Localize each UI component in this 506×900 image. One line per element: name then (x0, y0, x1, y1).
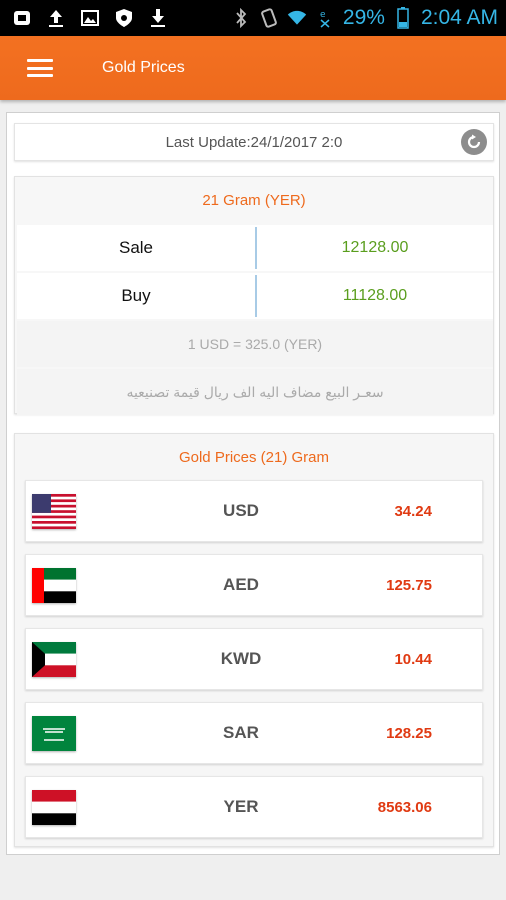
saudi-flag-icon (32, 716, 76, 751)
sale-value: 12128.00 (341, 239, 409, 256)
list-item-sar[interactable]: SAR 128.25 (25, 702, 483, 764)
currency-value: 125.75 (386, 576, 432, 594)
refresh-icon (467, 134, 481, 149)
upload-icon (46, 8, 66, 28)
status-bar: e 29% 2:04 AM (0, 0, 506, 36)
battery-icon (393, 7, 413, 29)
shield-icon (114, 8, 134, 28)
arabic-note: سعـر البيع مضاف اليه الف ريال قيمة تصنيع… (17, 369, 493, 415)
refresh-button[interactable] (461, 129, 487, 155)
hamburger-menu-icon (27, 59, 53, 77)
list-item-usd[interactable]: USD 34.24 (25, 480, 483, 542)
currency-value: 34.24 (394, 502, 432, 520)
currency-code: YER (223, 797, 259, 816)
currency-value: 128.25 (386, 724, 432, 742)
content-frame: Last Update:24/1/2017 2:0 21 Gram (YER) … (6, 112, 500, 855)
sale-label: Sale (118, 238, 154, 257)
bluetooth-icon (231, 8, 251, 28)
no-sim-icon: e (315, 8, 335, 28)
menu-button[interactable] (0, 36, 80, 100)
uae-flag-icon (32, 568, 76, 603)
image-icon (80, 8, 100, 28)
download-icon (148, 8, 168, 28)
last-update-bar: Last Update:24/1/2017 2:0 (14, 123, 494, 161)
currency-list-card: Gold Prices (21) Gram USD 34.24 AED 125.… (14, 433, 494, 847)
sale-row: Sale 12128.00 (17, 225, 493, 271)
usa-flag-icon (32, 494, 76, 529)
svg-text:e: e (320, 10, 326, 20)
currency-code: USD (223, 501, 259, 520)
currency-value: 10.44 (394, 650, 432, 668)
vibrate-icon (259, 8, 279, 28)
app-bar: Gold Prices (0, 36, 506, 100)
app-title: Gold Prices (102, 59, 185, 76)
wifi-icon (287, 8, 307, 28)
price-card: 21 Gram (YER) Sale 12128.00 Buy 11128.00… (14, 176, 494, 415)
buy-label: Buy (121, 286, 151, 305)
list-item-aed[interactable]: AED 125.75 (25, 554, 483, 616)
list-item-yer[interactable]: YER 8563.06 (25, 776, 483, 838)
exchange-rate: 1 USD = 325.0 (YER) (17, 321, 493, 367)
currency-code: KWD (220, 649, 262, 668)
clock: 2:04 AM (420, 6, 498, 29)
currency-code: AED (223, 575, 259, 594)
yemen-flag-icon (32, 790, 76, 825)
buy-value: 11128.00 (342, 287, 408, 304)
notification-icon (12, 8, 32, 28)
currency-value: 8563.06 (377, 798, 432, 816)
price-card-title: 21 Gram (YER) (202, 191, 306, 209)
battery-percent: 29% (342, 6, 385, 29)
last-update-text: Last Update:24/1/2017 2:0 (165, 133, 343, 151)
list-item-kwd[interactable]: KWD 10.44 (25, 628, 483, 690)
currency-code: SAR (223, 723, 259, 742)
currency-list-title: Gold Prices (21) Gram (178, 448, 330, 466)
buy-row: Buy 11128.00 (17, 273, 493, 319)
kuwait-flag-icon (32, 642, 76, 677)
